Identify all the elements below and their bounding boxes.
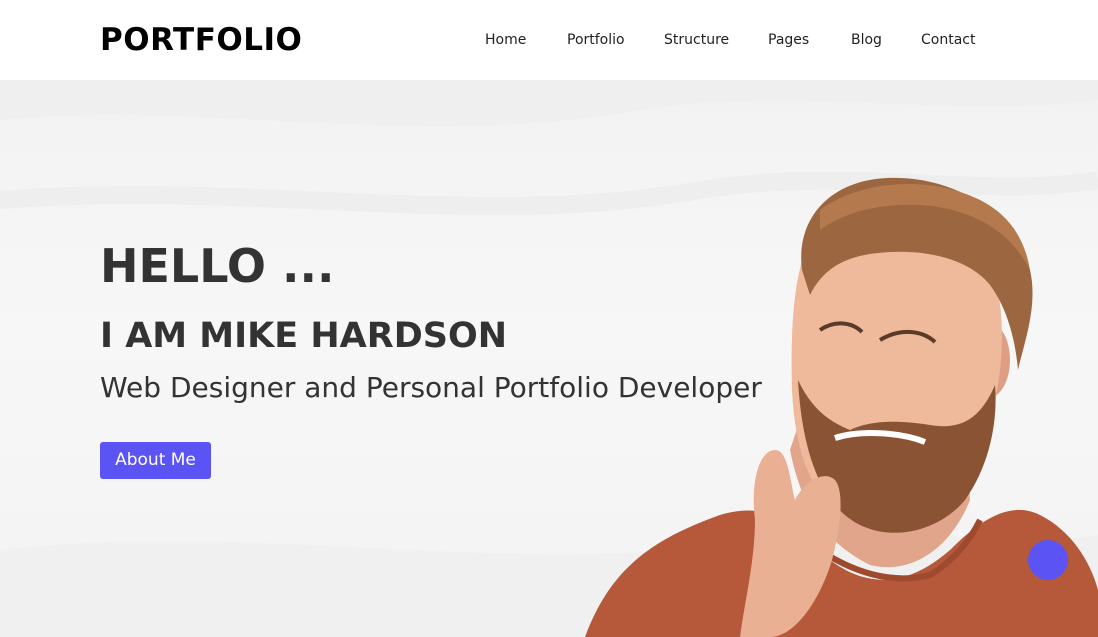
about-me-button[interactable]: About Me	[100, 442, 211, 479]
hero-text: HELLO ... I AM MIKE HARDSON Web Designer…	[100, 80, 860, 637]
nav-portfolio[interactable]: Portfolio	[567, 30, 625, 50]
nav-contact[interactable]: Contact	[921, 30, 975, 50]
hero-name: I AM MIKE HARDSON	[100, 316, 508, 356]
nav-blog[interactable]: Blog	[851, 30, 882, 50]
hero-role: Web Designer and Personal Portfolio Deve…	[100, 371, 762, 404]
nav-structure[interactable]: Structure	[664, 30, 729, 50]
navbar: PORTFOLIO Home Portfolio Structure Pages…	[0, 0, 1098, 80]
main-nav: Home Portfolio Structure Pages Blog Cont…	[0, 30, 1098, 50]
nav-home[interactable]: Home	[485, 30, 526, 50]
hero-section: HELLO ... I AM MIKE HARDSON Web Designer…	[0, 80, 1098, 637]
hero-greeting: HELLO ...	[100, 239, 335, 293]
scroll-top-icon[interactable]	[1028, 540, 1068, 580]
nav-pages[interactable]: Pages	[768, 30, 809, 50]
